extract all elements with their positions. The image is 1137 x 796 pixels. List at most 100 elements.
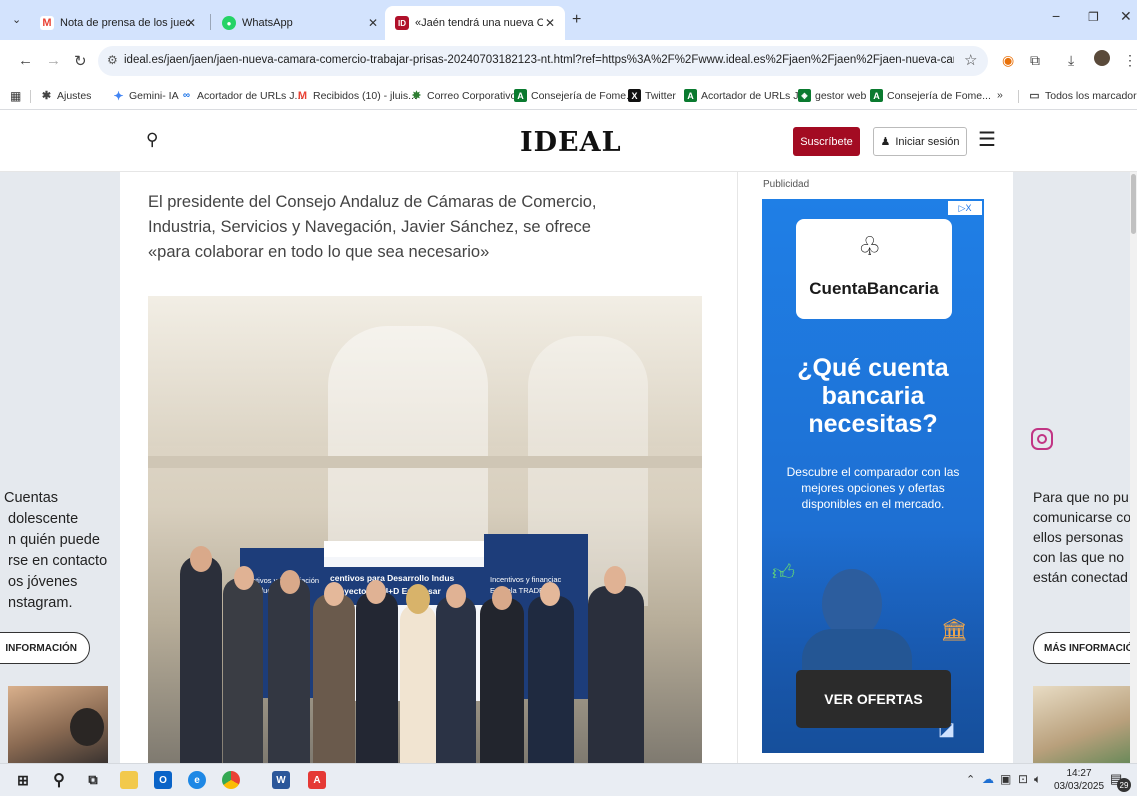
folder-icon: ▭ bbox=[1029, 90, 1040, 102]
right-panel-line: están conectad bbox=[1033, 569, 1128, 585]
window-close-icon[interactable]: ✕ bbox=[1120, 8, 1132, 25]
site-info-icon[interactable]: ⚙ bbox=[107, 53, 118, 67]
bookmarks-bar: ▦ ✱ Ajustes ✦ Gemini- IA ∞ Acortador de URL… bbox=[0, 82, 1137, 110]
chrome-icon[interactable] bbox=[222, 771, 240, 789]
ad-headline-line: bancaria bbox=[821, 382, 925, 410]
bookmark-ajustes[interactable]: ✱ Ajustes bbox=[40, 89, 92, 103]
restore-icon[interactable]: ❐ bbox=[1088, 10, 1099, 24]
windows-taskbar: ⊞ ⚲ ⧉ O e W A ⌃ ☁ ▣ ⊡ 🔈︎ 14:27 03/03/202… bbox=[0, 763, 1137, 796]
search-icon[interactable]: ⚲ bbox=[146, 130, 158, 150]
ideal-icon: ID bbox=[395, 16, 409, 30]
left-panel-info-button[interactable]: INFORMACIÓN bbox=[0, 632, 90, 664]
tab-title: Nota de prensa de los jueces de bbox=[60, 17, 190, 29]
ideal-logo[interactable]: IDEAL bbox=[520, 127, 622, 158]
bookmark-label: Twitter bbox=[645, 89, 676, 102]
right-panel-line: con las que no bbox=[1033, 549, 1125, 565]
apps-grid-icon[interactable]: ▦ bbox=[10, 89, 21, 103]
tab-whatsapp[interactable]: ● WhatsApp ✕ bbox=[212, 8, 388, 38]
bookmark-gestor-web[interactable]: ◈ gestor web bbox=[798, 89, 866, 102]
notification-center-icon[interactable]: ▤ 29 bbox=[1110, 771, 1131, 792]
left-panel-line: os jóvenes bbox=[8, 574, 78, 590]
ad-banner[interactable]: ▷X ♧ CuentaBancaria ¿Qué cuenta bancaria… bbox=[762, 199, 984, 753]
instagram-icon[interactable] bbox=[1031, 428, 1053, 450]
close-icon[interactable]: ✕ bbox=[545, 16, 555, 30]
tab-gmail[interactable]: M Nota de prensa de los jueces de ✕ bbox=[30, 8, 206, 38]
back-icon[interactable]: ← bbox=[18, 52, 33, 69]
person bbox=[528, 596, 574, 763]
tray-chevron-icon[interactable]: ⌃ bbox=[966, 773, 975, 786]
close-icon[interactable]: ✕ bbox=[186, 16, 196, 30]
bookmark-label: Consejería de Fome... bbox=[531, 89, 635, 102]
more-bookmarks-button[interactable]: » bbox=[997, 89, 1003, 101]
thumbs-up-icon: 👍︎ bbox=[772, 560, 795, 585]
bookmark-consejeria-1[interactable]: A Consejería de Fome... bbox=[514, 89, 635, 102]
site-header: ⚲ IDEAL Suscríbete ♟ Iniciar sesión ☰ bbox=[0, 110, 1137, 172]
left-panel-line: nstagram. bbox=[8, 595, 73, 611]
left-panel-line: rse en contacto bbox=[8, 553, 108, 569]
bookmark-correo[interactable]: ✸ Correo Corporativo bbox=[410, 89, 516, 103]
new-tab-button[interactable]: + bbox=[572, 11, 581, 29]
extensions-puzzle-icon[interactable]: ⧉ bbox=[1030, 52, 1040, 69]
forward-icon[interactable]: → bbox=[46, 52, 61, 69]
all-bookmarks-folder[interactable]: ▭ Todos los marcadores bbox=[1028, 89, 1137, 103]
scrollbar-thumb[interactable] bbox=[1131, 174, 1136, 234]
right-panel-info-button[interactable]: MÁS INFORMACIÓN bbox=[1033, 632, 1137, 664]
ver-ofertas-button[interactable]: VER OFERTAS bbox=[796, 670, 951, 728]
profile-avatar[interactable] bbox=[1094, 50, 1110, 66]
reload-icon[interactable]: ↻ bbox=[74, 52, 87, 70]
face bbox=[446, 584, 466, 608]
person bbox=[356, 592, 398, 763]
subscribe-button[interactable]: Suscríbete bbox=[793, 127, 860, 156]
volume-icon[interactable]: 🔈︎ bbox=[1034, 772, 1041, 787]
download-icon[interactable]: ⤓ bbox=[1068, 52, 1074, 69]
tab-search-icon[interactable]: ⌄ bbox=[12, 13, 21, 26]
bookmark-recibidos[interactable]: M Recibidos (10) - jluis... bbox=[296, 89, 417, 102]
person bbox=[180, 556, 222, 763]
adchoices-icon[interactable]: ▷X bbox=[948, 201, 982, 215]
file-explorer-icon[interactable] bbox=[120, 771, 138, 789]
person bbox=[588, 586, 644, 763]
edge-icon[interactable]: e bbox=[188, 771, 206, 789]
menu-kebab-icon[interactable]: ⋮ bbox=[1123, 52, 1137, 69]
bookmark-consejeria-2[interactable]: A Consejería de Fome... bbox=[870, 89, 991, 102]
clock[interactable]: 14:27 03/03/2025 bbox=[1054, 767, 1104, 793]
divider bbox=[30, 90, 31, 103]
onedrive-icon[interactable]: ☁ bbox=[982, 772, 994, 786]
junta-icon: A bbox=[870, 89, 883, 102]
close-icon[interactable]: ✕ bbox=[368, 16, 378, 30]
network-icon[interactable]: ⊡ bbox=[1018, 772, 1028, 786]
bookmark-label: Consejería de Fome... bbox=[887, 89, 991, 102]
outlook-icon[interactable]: O bbox=[154, 771, 172, 789]
acrobat-icon[interactable]: A bbox=[308, 771, 326, 789]
login-label: Iniciar sesión bbox=[895, 135, 960, 148]
login-button[interactable]: ♟ Iniciar sesión bbox=[873, 127, 967, 156]
word-icon[interactable]: W bbox=[272, 771, 290, 789]
bank-icon: 🏛︎ bbox=[940, 617, 968, 642]
bookmark-gemini[interactable]: ✦ Gemini- IA bbox=[112, 89, 179, 103]
page-scrollbar[interactable] bbox=[1130, 172, 1137, 763]
bookmark-acortador-2[interactable]: A Acortador de URLs J... bbox=[684, 89, 807, 102]
tab-ideal-active[interactable]: ID «Jaén tendrá una nueva Cámara ✕ bbox=[385, 6, 565, 40]
tray-app-icon[interactable]: ▣ bbox=[1000, 772, 1011, 786]
url-text[interactable]: ideal.es/jaen/jaen/jaen-nueva-camara-com… bbox=[124, 54, 954, 66]
web-icon: ◈ bbox=[798, 89, 811, 102]
bookmark-label: Recibidos (10) - jluis... bbox=[313, 89, 417, 102]
bookmark-label: Gemini- IA bbox=[129, 89, 179, 102]
minimize-icon[interactable]: − bbox=[1052, 8, 1060, 24]
windows-start-icon[interactable]: ⊞ bbox=[14, 771, 32, 789]
search-icon[interactable]: ⚲ bbox=[50, 771, 68, 789]
left-panel-line: dolescente bbox=[8, 511, 79, 527]
ad-brand-name: CuentaBancaria bbox=[809, 279, 939, 298]
bookmark-twitter[interactable]: X Twitter bbox=[628, 89, 676, 102]
address-bar[interactable]: ⚙ ideal.es/jaen/jaen/jaen-nueva-camara-c… bbox=[98, 46, 988, 76]
extension-icon[interactable]: ◉ bbox=[1002, 52, 1014, 69]
piggy-bank-icon: ♧ bbox=[858, 231, 882, 261]
bookmark-acortador-1[interactable]: ∞ Acortador de URLs J... bbox=[180, 89, 303, 102]
right-side-panel bbox=[1013, 172, 1130, 763]
gmail-icon: M bbox=[40, 16, 54, 30]
bookmark-star-icon[interactable]: ☆ bbox=[964, 51, 977, 69]
hamburger-menu-icon[interactable]: ☰ bbox=[978, 127, 996, 152]
divider bbox=[1018, 90, 1019, 103]
person bbox=[223, 578, 263, 763]
task-view-icon[interactable]: ⧉ bbox=[84, 771, 102, 789]
